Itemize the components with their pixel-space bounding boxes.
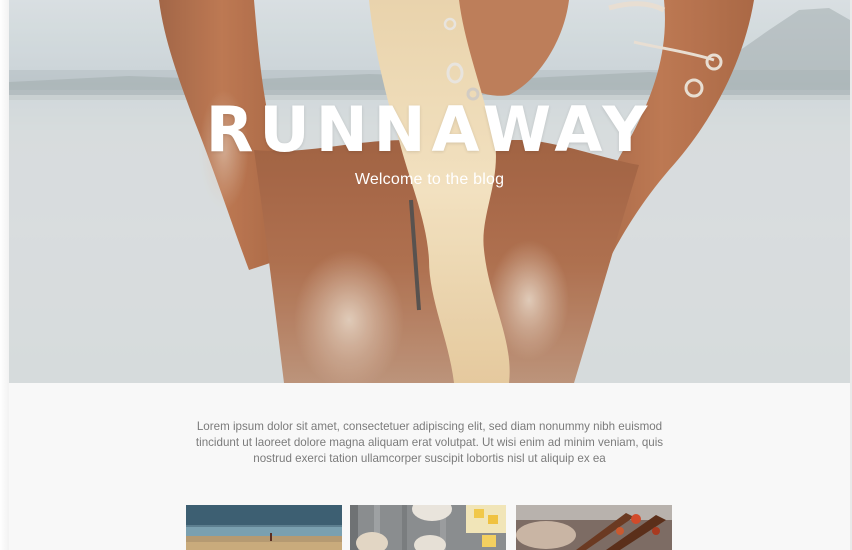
hero-photo (9, 0, 850, 383)
post-thumbnail-grill[interactable] (516, 505, 672, 550)
post-thumbnail-beach[interactable] (186, 505, 342, 550)
food-table-thumbnail-icon (350, 505, 506, 550)
grill-thumbnail-icon (516, 505, 672, 550)
page-left-edge (0, 0, 9, 550)
post-thumbnail-food[interactable] (350, 505, 506, 550)
site-title: RUNNAWAY (205, 93, 654, 166)
site-subtitle: Welcome to the blog (354, 171, 505, 188)
post-thumbnails (9, 383, 850, 550)
hero-banner: RUNNAWAY Welcome to the blog (9, 0, 850, 383)
blog-page: RUNNAWAY Welcome to the blog Lorem ipsum… (0, 0, 852, 550)
beach-thumbnail-icon (186, 505, 342, 550)
intro-section: Lorem ipsum dolor sit amet, consectetuer… (9, 383, 850, 550)
